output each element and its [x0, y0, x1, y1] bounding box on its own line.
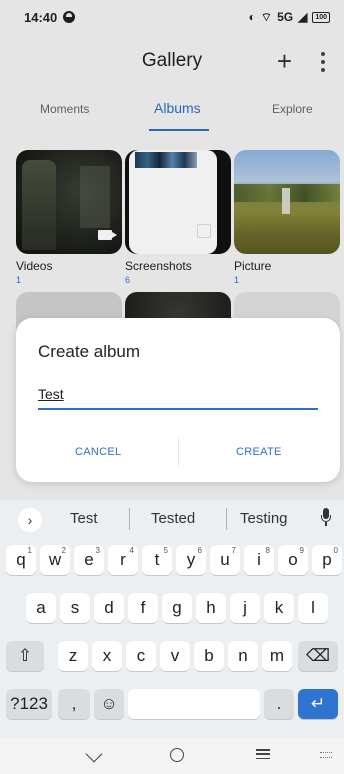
key-label: i	[257, 550, 261, 569]
key-b[interactable]: b	[194, 641, 224, 671]
key-g[interactable]: g	[162, 593, 192, 623]
key-label: x	[102, 646, 112, 665]
key-label: r	[120, 550, 126, 569]
key-c[interactable]: c	[126, 641, 156, 671]
create-album-dialog: Create album CANCEL CREATE	[16, 318, 340, 482]
key-hint: 8	[265, 546, 270, 555]
key-hint: 3	[95, 546, 100, 555]
key-w[interactable]: w2	[40, 545, 70, 575]
key-label: b	[204, 646, 214, 665]
recents-icon[interactable]	[256, 749, 270, 759]
key-h[interactable]: h	[196, 593, 226, 623]
symbols-key[interactable]: ?123	[6, 689, 52, 719]
key-f[interactable]: f	[128, 593, 158, 623]
microphone-icon[interactable]	[320, 508, 332, 528]
key-label: w	[48, 550, 62, 569]
suggestion-item[interactable]: Tested	[151, 510, 195, 527]
keyboard-switch-icon[interactable]	[320, 752, 332, 758]
key-n[interactable]: n	[228, 641, 258, 671]
key-p[interactable]: p0	[312, 545, 342, 575]
key-q[interactable]: q1	[6, 545, 36, 575]
key-label: d	[104, 598, 114, 617]
key-k[interactable]: k	[264, 593, 294, 623]
key-hint: 5	[163, 546, 168, 555]
key-d[interactable]: d	[94, 593, 124, 623]
key-hint: 1	[27, 546, 32, 555]
key-z[interactable]: z	[58, 641, 88, 671]
key-label: g	[172, 598, 182, 617]
key-hint: 6	[197, 546, 202, 555]
key-s[interactable]: s	[60, 593, 90, 623]
dialog-title: Create album	[38, 342, 141, 361]
key-m[interactable]: m	[262, 641, 292, 671]
key-label: n	[238, 646, 248, 665]
key-l[interactable]: l	[298, 593, 328, 623]
chevron-right-icon[interactable]: ›	[18, 508, 42, 532]
keyboard: › Test Tested Testing q1w2e3r4t5y6u7i8o9…	[0, 500, 344, 738]
suggestion-item[interactable]: Testing	[240, 510, 288, 527]
key-label: p	[322, 550, 332, 569]
create-button[interactable]: CREATE	[236, 446, 282, 458]
enter-key-glyph: ↵	[310, 694, 326, 713]
key-a[interactable]: a	[26, 593, 56, 623]
enter-key[interactable]: ↵	[298, 689, 338, 719]
key-x[interactable]: x	[92, 641, 122, 671]
shift-key[interactable]: ⇧	[6, 641, 44, 671]
suggestion-item[interactable]: Test	[70, 510, 98, 527]
back-icon[interactable]	[85, 745, 103, 763]
comma-key[interactable]: ,	[58, 689, 90, 719]
key-label: t	[154, 550, 160, 569]
space-key[interactable]	[128, 689, 260, 719]
key-label: l	[311, 598, 315, 617]
key-u[interactable]: u7	[210, 545, 240, 575]
emoji-key[interactable]: ☺	[94, 689, 124, 719]
key-hint: 2	[61, 546, 66, 555]
key-label: q	[16, 550, 26, 569]
backspace-key-glyph: ⌫	[305, 646, 331, 665]
key-i[interactable]: i8	[244, 545, 274, 575]
dialog-divider	[178, 438, 179, 466]
suggestion-divider	[129, 508, 130, 530]
key-r[interactable]: r4	[108, 545, 138, 575]
key-label: u	[220, 550, 230, 569]
suggestion-bar: › Test Tested Testing	[0, 500, 344, 538]
key-o[interactable]: o9	[278, 545, 308, 575]
key-label: .	[276, 694, 282, 713]
album-name-input[interactable]	[38, 384, 318, 410]
suggestion-divider	[226, 508, 227, 530]
period-key[interactable]: .	[264, 689, 294, 719]
key-label: h	[206, 598, 216, 617]
key-v[interactable]: v	[160, 641, 190, 671]
cancel-button[interactable]: CANCEL	[75, 446, 121, 458]
backspace-key[interactable]: ⌫	[298, 641, 338, 671]
key-label: ,	[71, 694, 77, 713]
emoji-key-glyph: ☺	[100, 694, 118, 713]
key-t[interactable]: t5	[142, 545, 172, 575]
key-label: ?123	[10, 694, 48, 713]
navigation-bar	[0, 738, 344, 774]
key-label: k	[274, 598, 284, 617]
key-hint: 7	[231, 546, 236, 555]
key-label: f	[140, 598, 146, 617]
key-label: j	[243, 598, 247, 617]
key-y[interactable]: y6	[176, 545, 206, 575]
key-label: z	[68, 646, 78, 665]
key-j[interactable]: j	[230, 593, 260, 623]
key-label: s	[70, 598, 80, 617]
key-label: m	[269, 646, 285, 665]
key-label: a	[36, 598, 46, 617]
key-hint: 4	[129, 546, 134, 555]
key-label: o	[288, 550, 298, 569]
key-label: e	[84, 550, 94, 569]
key-e[interactable]: e3	[74, 545, 104, 575]
key-label: y	[186, 550, 196, 569]
key-label: c	[136, 646, 146, 665]
home-icon[interactable]	[170, 748, 184, 762]
key-hint: 0	[333, 546, 338, 555]
shift-key-glyph: ⇧	[17, 646, 33, 665]
key-label: v	[170, 646, 180, 665]
key-hint: 9	[299, 546, 304, 555]
